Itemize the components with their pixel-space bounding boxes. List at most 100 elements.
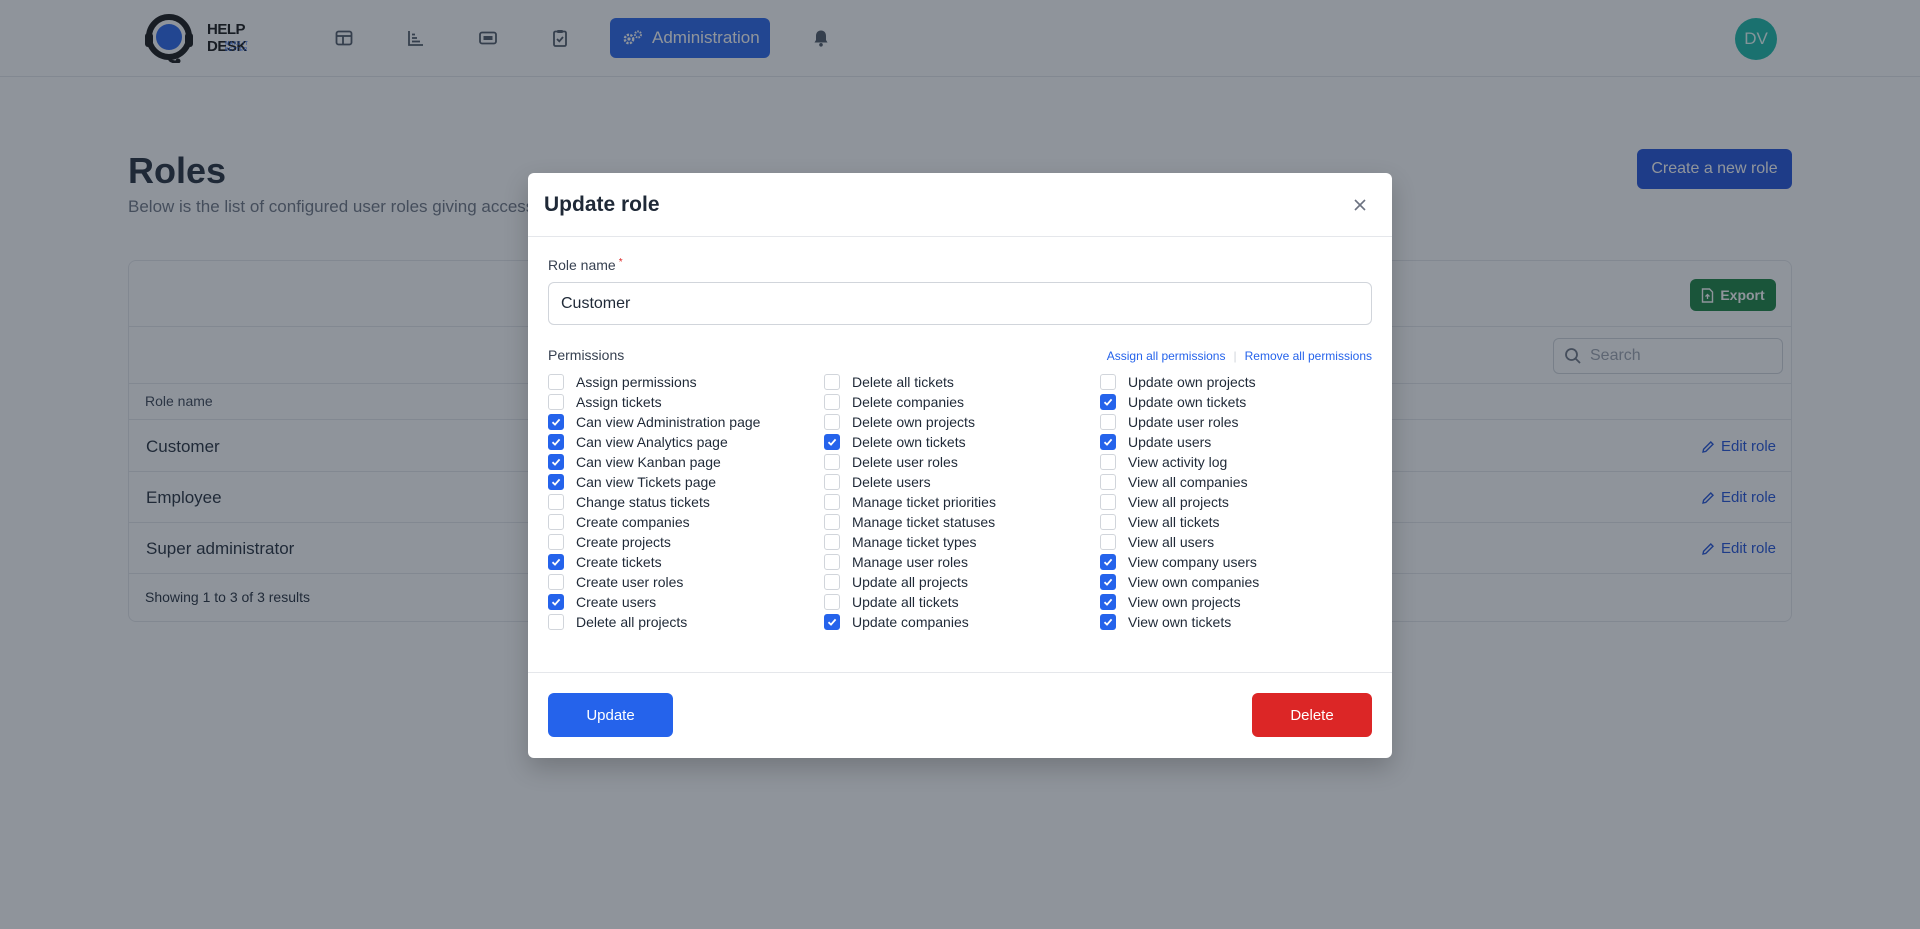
- permission-item[interactable]: Manage ticket types: [824, 532, 1100, 552]
- permission-item[interactable]: Update users: [1100, 432, 1376, 452]
- permission-checkbox[interactable]: [548, 534, 564, 550]
- permission-label: Manage user roles: [852, 554, 968, 570]
- permission-checkbox[interactable]: [1100, 594, 1116, 610]
- permission-item[interactable]: Can view Kanban page: [548, 452, 824, 472]
- permission-checkbox[interactable]: [1100, 474, 1116, 490]
- permission-item[interactable]: Create users: [548, 592, 824, 612]
- permission-label: View own tickets: [1128, 614, 1232, 630]
- permission-item[interactable]: Delete user roles: [824, 452, 1100, 472]
- permission-checkbox[interactable]: [1100, 494, 1116, 510]
- permission-item[interactable]: Delete all tickets: [824, 372, 1100, 392]
- permission-checkbox[interactable]: [824, 574, 840, 590]
- permission-label: Delete companies: [852, 394, 965, 410]
- permission-label: Update user roles: [1128, 414, 1239, 430]
- permission-checkbox[interactable]: [1100, 534, 1116, 550]
- permission-item[interactable]: Manage user roles: [824, 552, 1100, 572]
- permission-label: View own projects: [1128, 594, 1241, 610]
- permission-label: Update users: [1128, 434, 1212, 450]
- permission-item[interactable]: Can view Analytics page: [548, 432, 824, 452]
- permission-checkbox[interactable]: [824, 394, 840, 410]
- permission-checkbox[interactable]: [824, 534, 840, 550]
- permission-item[interactable]: Delete own projects: [824, 412, 1100, 432]
- permissions-column: Assign permissions Assign tickets Can view…: [548, 372, 824, 632]
- permission-item[interactable]: Can view Administration page: [548, 412, 824, 432]
- permission-item[interactable]: View own companies: [1100, 572, 1376, 592]
- permission-checkbox[interactable]: [1100, 514, 1116, 530]
- permission-item[interactable]: Create companies: [548, 512, 824, 532]
- permission-item[interactable]: Delete own tickets: [824, 432, 1100, 452]
- permission-item[interactable]: Assign permissions: [548, 372, 824, 392]
- permission-checkbox[interactable]: [1100, 454, 1116, 470]
- permission-item[interactable]: Update companies: [824, 612, 1100, 632]
- permission-item[interactable]: Manage ticket statuses: [824, 512, 1100, 532]
- permission-checkbox[interactable]: [548, 614, 564, 630]
- permission-checkbox[interactable]: [548, 594, 564, 610]
- close-icon[interactable]: [1348, 193, 1372, 217]
- permission-item[interactable]: Create projects: [548, 532, 824, 552]
- role-name-label-text: Role name: [548, 257, 616, 273]
- permission-checkbox[interactable]: [824, 514, 840, 530]
- permission-item[interactable]: Update all projects: [824, 572, 1100, 592]
- permission-checkbox[interactable]: [824, 374, 840, 390]
- permission-item[interactable]: Manage ticket priorities: [824, 492, 1100, 512]
- permission-checkbox[interactable]: [824, 594, 840, 610]
- permission-item[interactable]: Assign tickets: [548, 392, 824, 412]
- permission-checkbox[interactable]: [548, 394, 564, 410]
- permission-checkbox[interactable]: [548, 474, 564, 490]
- permission-checkbox[interactable]: [824, 474, 840, 490]
- permission-checkbox[interactable]: [548, 454, 564, 470]
- permission-checkbox[interactable]: [548, 494, 564, 510]
- assign-all-permissions-link[interactable]: Assign all permissions: [1107, 349, 1226, 363]
- permission-item[interactable]: View own projects: [1100, 592, 1376, 612]
- permission-checkbox[interactable]: [1100, 574, 1116, 590]
- permission-checkbox[interactable]: [824, 614, 840, 630]
- permission-label: Delete user roles: [852, 454, 958, 470]
- permission-item[interactable]: View company users: [1100, 552, 1376, 572]
- permission-item[interactable]: View all tickets: [1100, 512, 1376, 532]
- permission-item[interactable]: Update all tickets: [824, 592, 1100, 612]
- permission-item[interactable]: Can view Tickets page: [548, 472, 824, 492]
- permission-item[interactable]: Create user roles: [548, 572, 824, 592]
- permission-item[interactable]: Create tickets: [548, 552, 824, 572]
- permission-checkbox[interactable]: [1100, 434, 1116, 450]
- permission-item[interactable]: View activity log: [1100, 452, 1376, 472]
- permission-item[interactable]: View all projects: [1100, 492, 1376, 512]
- permission-label: Delete all projects: [576, 614, 688, 630]
- permission-item[interactable]: Change status tickets: [548, 492, 824, 512]
- permission-item[interactable]: View all users: [1100, 532, 1376, 552]
- permission-label: Create user roles: [576, 574, 684, 590]
- permission-item[interactable]: View all companies: [1100, 472, 1376, 492]
- permission-checkbox[interactable]: [548, 554, 564, 570]
- role-name-input[interactable]: [548, 282, 1372, 325]
- permission-checkbox[interactable]: [824, 494, 840, 510]
- permission-checkbox[interactable]: [824, 454, 840, 470]
- permission-checkbox[interactable]: [824, 414, 840, 430]
- permission-label: Can view Tickets page: [576, 474, 717, 490]
- permission-checkbox[interactable]: [1100, 554, 1116, 570]
- role-name-label: Role name *: [548, 257, 623, 273]
- permission-item[interactable]: Update own projects: [1100, 372, 1376, 392]
- permission-item[interactable]: Update own tickets: [1100, 392, 1376, 412]
- permission-checkbox[interactable]: [548, 374, 564, 390]
- permission-item[interactable]: Update user roles: [1100, 412, 1376, 432]
- permission-checkbox[interactable]: [824, 434, 840, 450]
- remove-all-permissions-link[interactable]: Remove all permissions: [1245, 349, 1372, 363]
- permission-item[interactable]: Delete users: [824, 472, 1100, 492]
- update-button[interactable]: Update: [548, 693, 673, 737]
- permission-item[interactable]: Delete all projects: [548, 612, 824, 632]
- delete-button[interactable]: Delete: [1252, 693, 1372, 737]
- permission-checkbox[interactable]: [548, 434, 564, 450]
- permission-checkbox[interactable]: [1100, 414, 1116, 430]
- permission-checkbox[interactable]: [824, 554, 840, 570]
- permission-checkbox[interactable]: [548, 574, 564, 590]
- permission-label: Assign permissions: [576, 374, 697, 390]
- permission-label: View activity log: [1128, 454, 1228, 470]
- permission-checkbox[interactable]: [1100, 394, 1116, 410]
- permission-label: Can view Kanban page: [576, 454, 721, 470]
- permission-checkbox[interactable]: [548, 514, 564, 530]
- permission-checkbox[interactable]: [1100, 614, 1116, 630]
- permission-checkbox[interactable]: [1100, 374, 1116, 390]
- permission-item[interactable]: View own tickets: [1100, 612, 1376, 632]
- permission-checkbox[interactable]: [548, 414, 564, 430]
- permission-item[interactable]: Delete companies: [824, 392, 1100, 412]
